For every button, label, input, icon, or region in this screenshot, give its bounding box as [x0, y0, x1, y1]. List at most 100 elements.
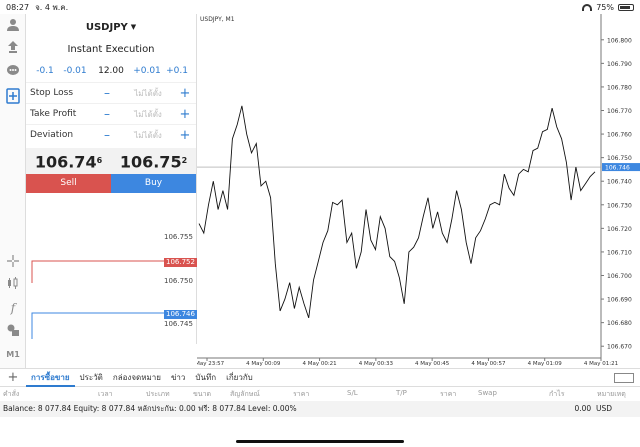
col-time: เวลา	[98, 390, 113, 398]
status-time: 08:27	[6, 2, 30, 12]
user-icon[interactable]	[5, 18, 21, 34]
y-tick-label: 106.800	[607, 37, 632, 44]
col-swap: Swap	[478, 389, 497, 397]
y-tick-label: 106.680	[607, 320, 632, 327]
x-tick-label: 4 May 00:57	[471, 361, 506, 367]
x-tick-label: 4 May 00:33	[359, 361, 394, 367]
bid-price-tag: 106.746	[164, 310, 197, 319]
deviation-plus-button[interactable]: +	[178, 128, 192, 143]
deviation-input[interactable]: ไม่ได้ตั้ง	[118, 129, 178, 142]
status-bar: 08:27 จ. 4 พ.ค. 75%	[0, 0, 640, 14]
signal-icon[interactable]	[5, 40, 21, 56]
tab-news[interactable]: ข่าว	[166, 371, 190, 384]
col-sl: S/L	[347, 389, 358, 397]
symbol-name: USDJPY	[85, 21, 128, 33]
trade-buttons: Sell Buy	[26, 174, 196, 193]
volume-plus-small[interactable]: +0.01	[132, 66, 162, 76]
col-tp: T/P	[396, 389, 407, 397]
main-chart[interactable]: USDJPY, M1 106.800 106.790 106.780 106.770 1…	[197, 14, 640, 368]
total-profit: 0.00 USD	[574, 404, 612, 413]
x-tick-label: 4 May 00:45	[415, 361, 450, 367]
volume-minus-small[interactable]: -0.01	[60, 66, 90, 76]
new-order-icon[interactable]	[5, 88, 21, 104]
balance-bar: Balance: 8 077.84 Equity: 8 077.84 หลักป…	[0, 401, 640, 417]
trade-columns: คำสั่ง เวลา ประเภท ขนาด สัญลักษณ์ ราคา S…	[0, 387, 640, 401]
buy-button[interactable]: Buy	[111, 174, 196, 193]
home-indicator	[236, 440, 404, 443]
sell-button[interactable]: Sell	[26, 174, 111, 193]
x-tick-label: 4 May 00:09	[246, 361, 281, 367]
y-tick-label: 106.750	[607, 155, 632, 162]
col-type: ประเภท	[146, 390, 170, 398]
x-tick-label: 3 May 23:57	[197, 361, 225, 367]
y-tick-label: 106.710	[607, 249, 632, 256]
price-series-line	[198, 105, 596, 319]
current-price-label: 106.746	[605, 165, 630, 172]
take-profit-plus-button[interactable]: +	[178, 107, 192, 122]
execution-type[interactable]: Instant Execution	[26, 40, 196, 60]
stop-loss-plus-button[interactable]: +	[178, 86, 192, 101]
tab-trade[interactable]: การซื้อขาย	[26, 369, 75, 387]
col-profit: กำไร	[549, 390, 565, 398]
function-icon[interactable]: f	[5, 300, 21, 316]
take-profit-minus-button[interactable]: –	[104, 107, 118, 121]
y-tick-label: 106.700	[607, 273, 632, 280]
battery-percent: 75%	[596, 2, 614, 12]
objects-icon[interactable]	[5, 323, 21, 339]
stop-loss-input[interactable]: ไม่ได้ตั้ง	[118, 87, 178, 100]
col-order: คำสั่ง	[3, 390, 20, 398]
y-tick-label: 106.690	[607, 297, 632, 304]
battery-icon	[618, 3, 634, 11]
col-price: ราคา	[293, 390, 310, 398]
y-tick-label: 106.790	[607, 61, 632, 68]
balance-text: Balance: 8 077.84 Equity: 8 077.84 หลักป…	[3, 404, 297, 413]
price-row: 106.746 106.752	[26, 148, 196, 174]
left-toolbar: f M1	[0, 14, 26, 368]
col-symbol: สัญลักษณ์	[230, 390, 260, 398]
take-profit-label: Take Profit	[30, 109, 77, 119]
take-profit-row: Take Profit – ไม่ได้ตั้ง +	[26, 103, 196, 124]
candles-icon[interactable]	[5, 276, 21, 292]
take-profit-input[interactable]: ไม่ได้ตั้ง	[118, 108, 178, 121]
caret-down-icon: ▼	[130, 23, 137, 31]
x-tick-label: 4 May 00:21	[302, 361, 336, 367]
bottom-tabs: + การซื้อขาย ประวัติ กล่องจดหมาย ข่าว บั…	[0, 368, 640, 387]
volume-plus-large[interactable]: +0.1	[162, 66, 192, 76]
deviation-label: Deviation	[30, 130, 74, 140]
y-tick-label: 106.670	[607, 344, 632, 351]
volume-minus-large[interactable]: -0.1	[30, 66, 60, 76]
chat-icon[interactable]	[5, 64, 21, 80]
stop-loss-row: Stop Loss – ไม่ได้ตั้ง +	[26, 82, 196, 103]
tab-history[interactable]: ประวัติ	[75, 371, 108, 384]
price-chart-svg: 106.800 106.790 106.780 106.770 106.760 106.7…	[197, 14, 640, 367]
y-tick-label: 106.780	[607, 84, 632, 91]
y-tick-label: 106.740	[607, 179, 632, 186]
y-tick-label: 106.730	[607, 202, 632, 209]
crosshair-icon[interactable]	[5, 254, 21, 270]
symbol-selector[interactable]: USDJPY ▼	[26, 14, 196, 40]
volume-row: -0.1 -0.01 12.00 +0.01 +0.1	[26, 60, 196, 82]
deviation-minus-button[interactable]: –	[104, 128, 118, 142]
volume-input[interactable]: 12.00	[90, 66, 132, 76]
wifi-icon	[582, 3, 593, 11]
sell-price: 106.746	[34, 152, 103, 172]
buy-price: 106.752	[119, 152, 188, 172]
y-tick-label: 106.760	[607, 132, 632, 139]
tab-mailbox[interactable]: กล่องจดหมาย	[108, 371, 166, 384]
deviation-row: Deviation – ไม่ได้ตั้ง +	[26, 124, 196, 145]
tick-chart: 106.755 106.750 106.745 106.752 106.746	[26, 199, 197, 344]
x-tick-label: 4 May 01:09	[528, 361, 563, 367]
tab-journal[interactable]: บันทึก	[190, 371, 221, 384]
y-tick-label: 106.720	[607, 226, 632, 233]
order-panel: USDJPY ▼ Instant Execution -0.1 -0.01 12…	[26, 14, 197, 199]
stop-loss-minus-button[interactable]: –	[104, 86, 118, 100]
add-icon[interactable]: +	[0, 370, 26, 385]
ask-price-tag: 106.752	[164, 258, 197, 267]
tab-about[interactable]: เกี่ยวกับ	[221, 371, 258, 384]
status-date: จ. 4 พ.ค.	[35, 2, 69, 12]
col-volume: ขนาด	[193, 390, 212, 398]
col-comment: หมายเหตุ	[597, 390, 626, 398]
expand-icon[interactable]	[614, 372, 634, 383]
col-current-price: ราคา	[440, 390, 457, 398]
timeframe-button[interactable]: M1	[5, 347, 21, 363]
